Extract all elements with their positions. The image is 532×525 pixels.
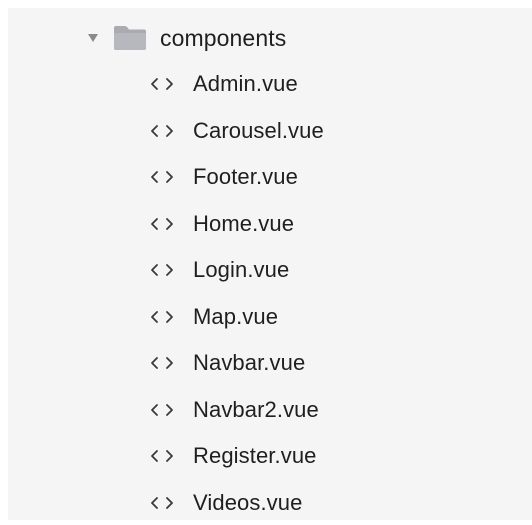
file-row[interactable]: Home.vue [150,206,294,242]
code-file-icon [150,403,176,417]
file-row[interactable]: Footer.vue [150,159,298,195]
code-file-icon [150,356,176,370]
file-row[interactable]: Carousel.vue [150,113,324,149]
file-label: Carousel.vue [193,117,324,143]
file-row[interactable]: Map.vue [150,299,278,335]
file-label: Login.vue [193,257,290,282]
file-row[interactable]: Admin.vue [150,66,298,102]
file-label: Admin.vue [193,71,298,96]
code-file-icon [150,310,176,324]
file-row[interactable]: Register.vue [150,438,317,474]
file-row[interactable]: Navbar.vue [150,345,305,381]
file-label: Navbar2.vue [193,396,319,422]
file-row[interactable]: Login.vue [150,252,289,288]
code-file-icon [150,170,176,184]
code-file-icon [150,263,176,277]
file-label: Home.vue [193,210,295,236]
code-file-icon [150,449,176,463]
file-label: Register.vue [193,443,317,468]
file-label: Videos.vue [193,489,303,515]
file-label: Footer.vue [193,164,298,189]
code-file-icon [150,77,176,91]
code-file-icon [150,217,176,231]
file-list: Admin.vue Carousel.vue Footer.vue Home.vue L… [0,0,532,525]
code-file-icon [150,496,176,510]
code-file-icon [150,124,176,138]
file-row[interactable]: Videos.vue [150,485,302,521]
file-label: Navbar.vue [193,350,306,375]
file-label: Map.vue [193,303,279,329]
file-row[interactable]: Navbar2.vue [150,392,319,428]
